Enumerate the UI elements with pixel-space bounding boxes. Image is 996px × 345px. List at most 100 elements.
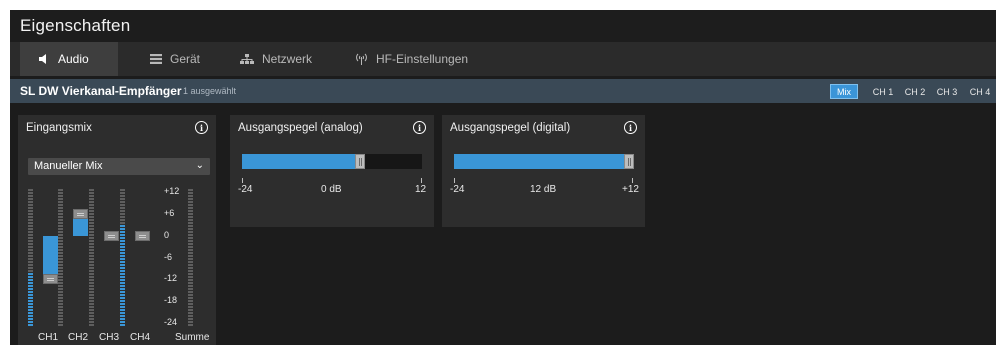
fader-handle-ch3[interactable]	[104, 231, 119, 241]
meter-led	[188, 222, 193, 224]
meter-led	[188, 252, 193, 254]
output-analog-slider[interactable]	[242, 154, 422, 169]
scale-tick	[242, 178, 243, 183]
meter-led	[120, 210, 125, 212]
ch4-button[interactable]: CH 4	[966, 84, 994, 99]
info-icon[interactable]: i	[413, 121, 426, 134]
meter-led	[28, 312, 33, 314]
mix-button[interactable]: Mix	[830, 84, 858, 99]
meter-led	[89, 249, 94, 251]
meter-led	[58, 288, 63, 290]
meter-led	[58, 249, 63, 251]
fader-handle-ch2[interactable]	[73, 209, 88, 219]
output-analog-handle[interactable]	[355, 154, 365, 169]
meter-led	[120, 195, 125, 197]
meter-led	[58, 246, 63, 248]
mix-mode-select[interactable]: Manueller Mix ⌄	[28, 158, 210, 175]
ch3-button[interactable]: CH 3	[934, 84, 960, 99]
tab-rf-settings[interactable]: HF-Einstellungen	[355, 42, 495, 76]
fader-handle-ch4[interactable]	[135, 231, 150, 241]
meter-led	[188, 309, 193, 311]
output-digital-fill	[454, 154, 624, 169]
meter-led	[188, 282, 193, 284]
meter-led	[28, 228, 33, 230]
meter-led	[188, 270, 193, 272]
meter-led	[120, 243, 125, 245]
meter-led	[120, 312, 125, 314]
meter-led	[120, 189, 125, 191]
ch1-button[interactable]: CH 1	[870, 84, 896, 99]
meter-led	[188, 228, 193, 230]
meter-led	[58, 318, 63, 320]
meter-led	[188, 198, 193, 200]
network-icon	[240, 53, 254, 65]
scale-max-label: +12	[622, 184, 639, 195]
info-icon[interactable]: i	[624, 121, 637, 134]
meter-led	[89, 264, 94, 266]
meter-led	[58, 204, 63, 206]
db-scale-label: -12	[164, 273, 178, 283]
tab-audio-label: Audio	[58, 52, 89, 66]
meter-led	[188, 285, 193, 287]
meter-led	[120, 288, 125, 290]
meter-led	[58, 285, 63, 287]
meter-led	[28, 318, 33, 320]
meter-led	[89, 237, 94, 239]
channel-label-ch2: CH2	[68, 332, 89, 343]
scale-tick	[632, 178, 633, 183]
fader-handle-ch1[interactable]	[43, 274, 58, 284]
meter-led	[89, 270, 94, 272]
tab-device[interactable]: Gerät	[150, 42, 230, 76]
meter-led	[58, 315, 63, 317]
output-level-analog-panel: Ausgangspegel (analog) i -24 0 dB 12	[230, 115, 434, 227]
meter-led	[188, 261, 193, 263]
meter-led	[89, 309, 94, 311]
meter-led	[58, 243, 63, 245]
meter-led	[120, 297, 125, 299]
meter-led	[120, 285, 125, 287]
ch2-button[interactable]: CH 2	[902, 84, 928, 99]
input-mix-header: Eingangsmix i	[18, 115, 216, 140]
meter-led	[120, 204, 125, 206]
info-icon[interactable]: i	[195, 121, 208, 134]
meter-led	[58, 294, 63, 296]
meter-led	[89, 216, 94, 218]
meter-led	[89, 261, 94, 263]
meter-led	[58, 321, 63, 323]
meter-led	[89, 195, 94, 197]
db-scale-label: 0	[164, 230, 170, 240]
output-digital-slider[interactable]	[454, 154, 634, 169]
meter-led	[58, 291, 63, 293]
meter-led	[58, 213, 63, 215]
tab-audio[interactable]: Audio	[20, 42, 118, 76]
meter-led	[58, 252, 63, 254]
meter-led	[120, 276, 125, 278]
meter-led	[120, 201, 125, 203]
meter-led	[120, 198, 125, 200]
meter-led	[188, 219, 193, 221]
meter-led	[188, 195, 193, 197]
mix-mode-value: Manueller Mix	[34, 160, 103, 172]
meter-led	[28, 198, 33, 200]
meter-led	[120, 267, 125, 269]
meter-led	[89, 228, 94, 230]
output-digital-handle[interactable]	[624, 154, 634, 169]
db-scale-label: -6	[164, 252, 173, 262]
meter-led	[188, 300, 193, 302]
meter-led	[89, 204, 94, 206]
meter-led	[58, 198, 63, 200]
scale-min-label: -24	[450, 184, 465, 195]
tab-device-label: Gerät	[170, 52, 201, 66]
meter-led	[188, 258, 193, 260]
meter-led	[120, 216, 125, 218]
tab-network[interactable]: Netzwerk	[240, 42, 340, 76]
meter-led	[89, 276, 94, 278]
scale-max-label: 12	[415, 184, 427, 195]
meter-led	[28, 285, 33, 287]
meter-led	[188, 276, 193, 278]
meter-led	[188, 297, 193, 299]
meter-led	[188, 201, 193, 203]
meter-led	[58, 189, 63, 191]
meter-led	[58, 282, 63, 284]
meter-led	[58, 225, 63, 227]
